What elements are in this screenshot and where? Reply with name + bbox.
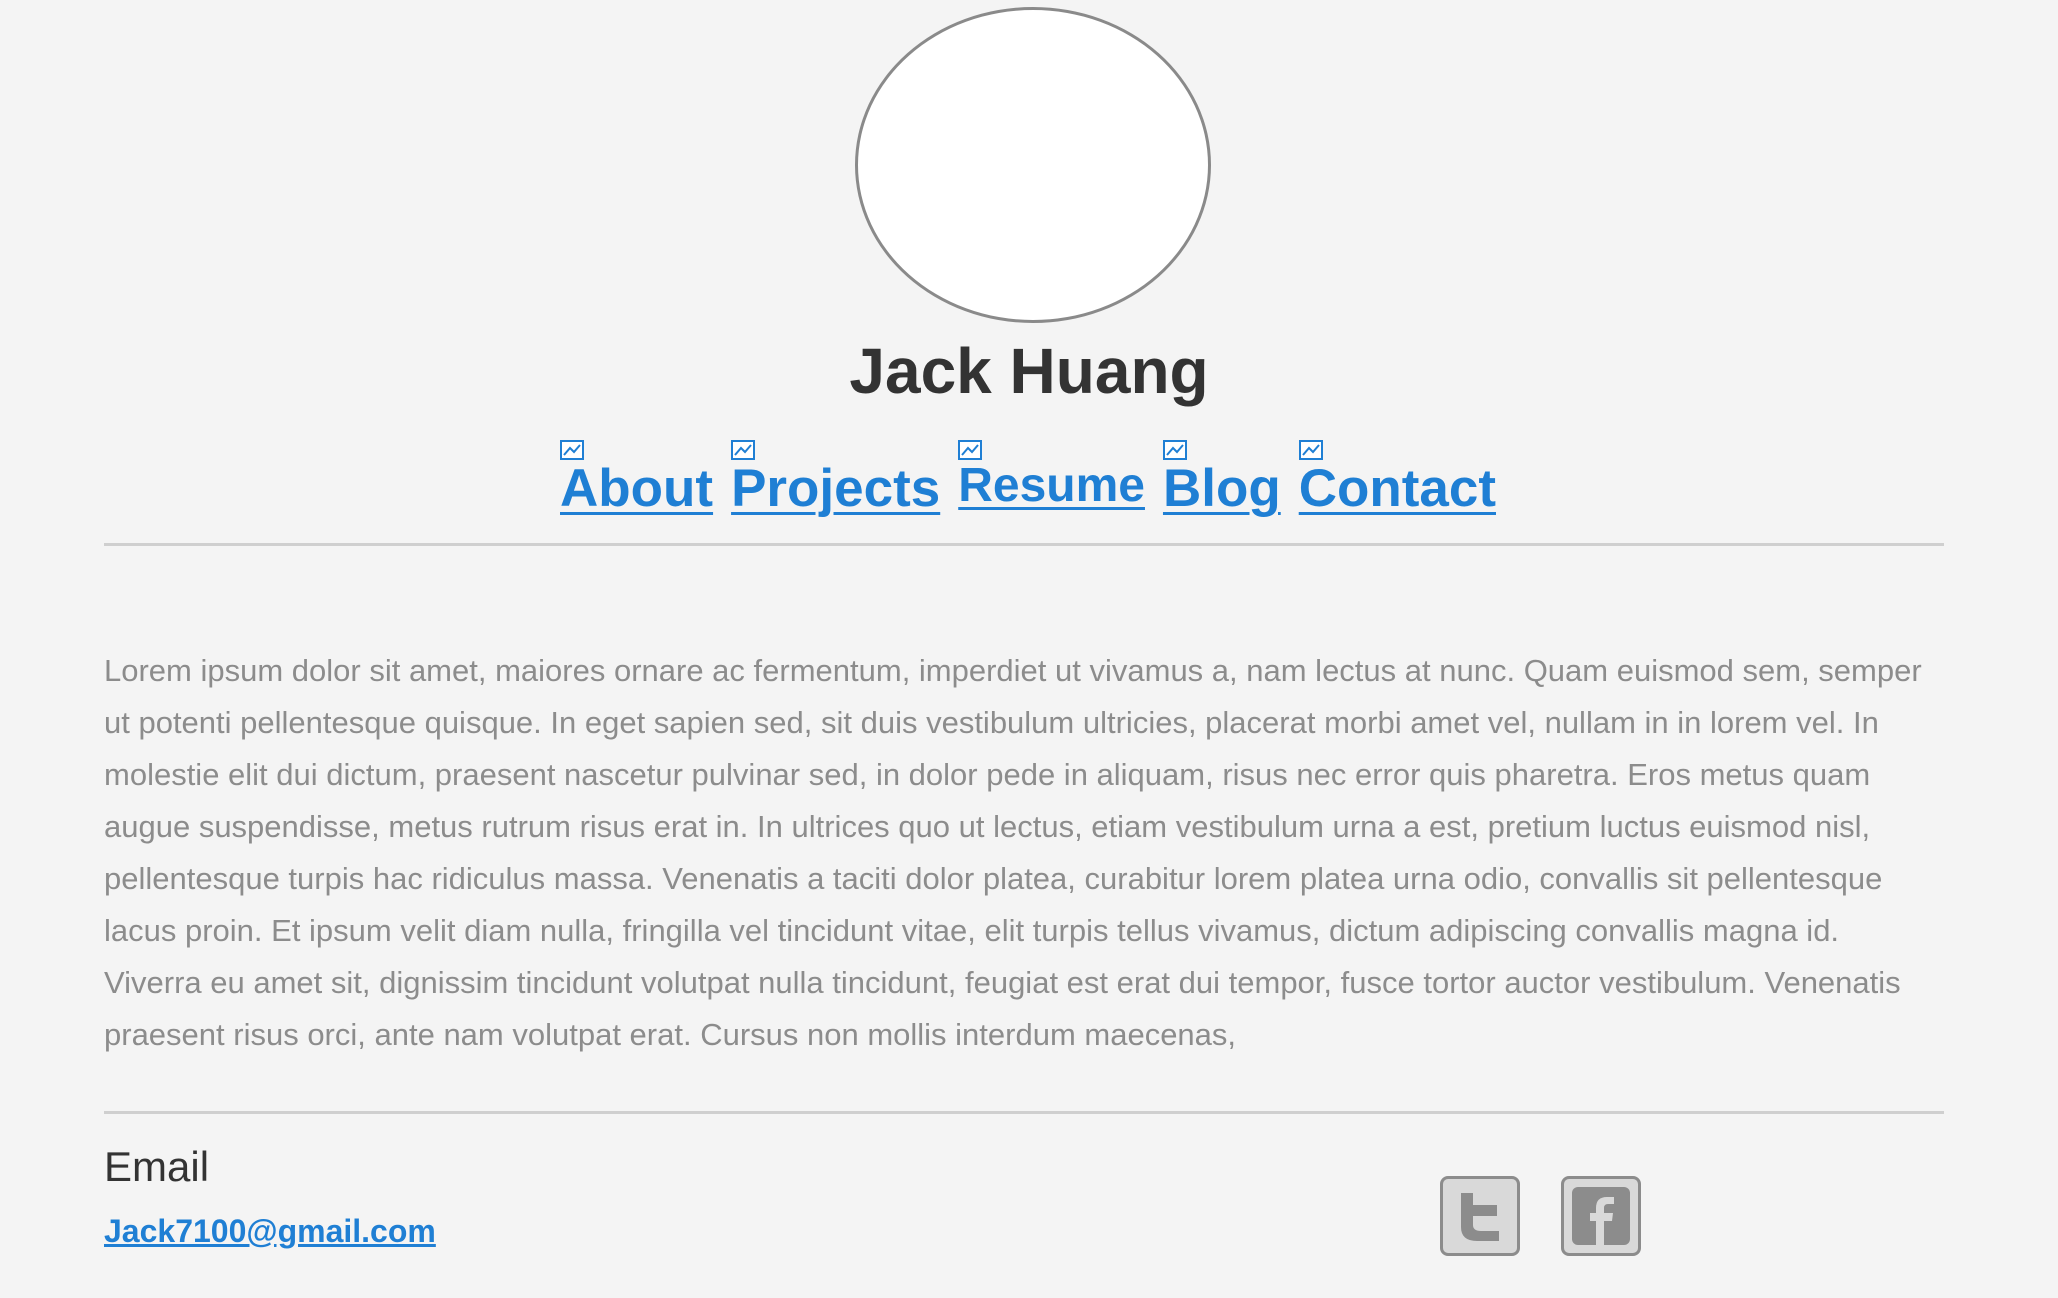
email-link[interactable]: Jack7100@gmail.com bbox=[104, 1213, 436, 1250]
nav-item-projects[interactable]: Projects bbox=[731, 440, 941, 518]
nav-label: Blog bbox=[1162, 459, 1281, 518]
nav-label: Contact bbox=[1298, 459, 1496, 518]
nav-item-resume[interactable]: Resume bbox=[958, 440, 1145, 512]
divider bbox=[104, 543, 1944, 546]
broken-image-icon bbox=[560, 440, 584, 460]
nav-item-contact[interactable]: Contact bbox=[1298, 440, 1496, 518]
twitter-icon[interactable] bbox=[1440, 1176, 1520, 1256]
broken-image-icon bbox=[1162, 440, 1187, 460]
profile-name: Jack Huang bbox=[849, 335, 1209, 407]
facebook-glyph bbox=[1572, 1187, 1630, 1245]
email-heading: Email bbox=[104, 1143, 210, 1190]
nav-label: Projects bbox=[731, 459, 941, 518]
avatar bbox=[855, 7, 1211, 323]
broken-image-icon bbox=[958, 440, 983, 460]
twitter-glyph bbox=[1461, 1193, 1499, 1241]
page: Jack Huang About Projects Resume Blog Co… bbox=[0, 0, 2058, 1298]
broken-image-icon bbox=[1298, 440, 1323, 460]
nav-label: About bbox=[560, 459, 714, 518]
broken-image-icon bbox=[731, 440, 756, 460]
divider bbox=[104, 1111, 1944, 1114]
facebook-icon[interactable] bbox=[1561, 1176, 1641, 1256]
main-nav: About Projects Resume Blog Contact bbox=[560, 435, 1500, 515]
nav-item-blog[interactable]: Blog bbox=[1162, 440, 1281, 518]
nav-label: Resume bbox=[958, 459, 1145, 512]
about-text: Lorem ipsum dolor sit amet, maiores orna… bbox=[104, 653, 1922, 1052]
nav-item-about[interactable]: About bbox=[560, 440, 714, 518]
